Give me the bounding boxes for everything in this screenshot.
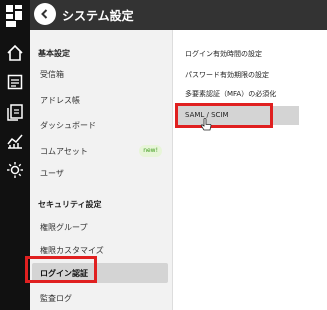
section-title-basic: 基本設定 (38, 49, 70, 58)
new-badge: new! (139, 145, 162, 157)
sidebar-item-inbox[interactable]: 受信箱 (32, 64, 168, 84)
submenu-item-password-expiry[interactable]: パスワード有効期限の設定 (174, 65, 327, 84)
sidebar-item-label: ダッシュボード (40, 121, 96, 130)
sidebar-item-label: アドレス帳 (40, 96, 80, 105)
back-button[interactable] (34, 3, 56, 25)
sidebar-item-address-book[interactable]: アドレス帳 (32, 90, 168, 110)
sidebar-item-label: 監査ログ (40, 294, 72, 303)
submenu-item-mfa-required[interactable]: 多要素認証（MFA）の必須化 (174, 84, 327, 103)
sidebar-item-dashboard[interactable]: ダッシュボード (32, 115, 168, 135)
submenu-item-label: パスワード有効期限の設定 (185, 71, 269, 79)
idea-icon[interactable] (5, 160, 25, 180)
chart-icon[interactable] (5, 131, 25, 151)
sidebar-item-users[interactable]: ユーザ (32, 163, 168, 183)
submenu-item-label: ログイン有効時間の設定 (185, 50, 262, 58)
sidebar-item-label: 権限グループ (40, 223, 88, 232)
home-icon[interactable] (5, 43, 25, 63)
login-auth-submenu: ログイン有効時間の設定 パスワード有効期限の設定 多要素認証（MFA）の必須化 … (174, 30, 327, 310)
highlight-login-auth (25, 256, 97, 283)
header-bar: システム設定 (30, 0, 327, 30)
submenu-item-label: 多要素認証（MFA）の必須化 (185, 90, 277, 98)
document-icon[interactable] (5, 72, 25, 92)
sidebar-item-audit-log[interactable]: 監査ログ (32, 288, 168, 308)
files-icon[interactable] (5, 102, 25, 122)
submenu-item-login-timeout[interactable]: ログイン有効時間の設定 (174, 44, 327, 63)
sidebar-item-label: ユーザ (40, 169, 64, 178)
page-title: システム設定 (62, 9, 134, 23)
sidebar-item-label: 権限カスタマイズ (40, 246, 104, 255)
sidebar-item-comasset[interactable]: コムアセット new! (32, 141, 168, 161)
logo-icon (6, 5, 22, 27)
highlight-saml-scim (175, 103, 273, 128)
section-title-security: セキュリティ設定 (38, 200, 102, 209)
sidebar-item-label: 受信箱 (40, 70, 64, 79)
sidebar-item-permission-groups[interactable]: 権限グループ (32, 217, 168, 237)
hand-cursor-icon (200, 118, 212, 131)
sidebar-item-label: コムアセット (40, 147, 88, 156)
chevron-left-icon (41, 9, 48, 19)
